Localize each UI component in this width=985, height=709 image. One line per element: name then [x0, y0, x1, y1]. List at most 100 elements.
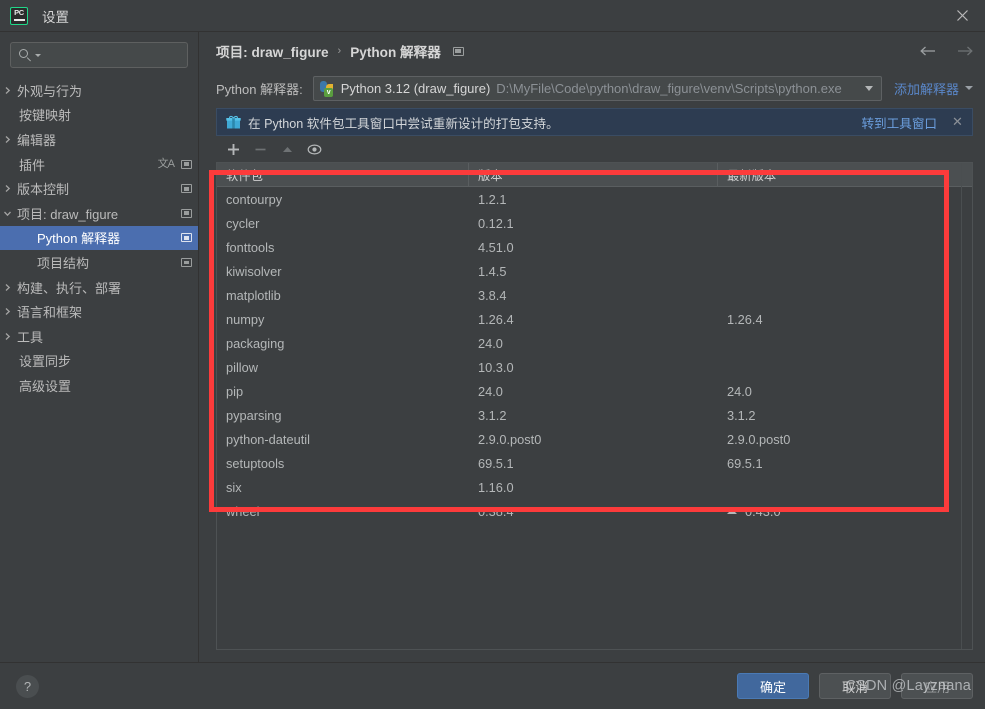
column-header-2[interactable]: 最新版本	[718, 163, 972, 186]
show-early-releases-eye-icon[interactable]	[303, 138, 325, 160]
add-package-button[interactable]	[222, 138, 244, 160]
package-latest-version: 69.5.1	[727, 455, 763, 471]
chevron-right-icon[interactable]	[0, 283, 15, 292]
settings-tree: 外观与行为按键映射 编辑器插件 文A 版本控制 项目: draw_figure Pytho…	[0, 78, 198, 662]
gift-icon	[226, 115, 241, 129]
arrow-right-icon[interactable]	[955, 42, 973, 60]
sidebar-item-3[interactable]: 插件 文A	[0, 152, 198, 177]
arrow-left-icon[interactable]	[919, 42, 937, 60]
package-version: 1.2.1	[478, 191, 507, 207]
package-name: wheel	[226, 503, 260, 519]
close-icon[interactable]	[939, 0, 985, 31]
table-row[interactable]: numpy 1.26.4 1.26.4	[217, 307, 972, 331]
table-row[interactable]: contourpy 1.2.1	[217, 187, 972, 211]
table-row[interactable]: fonttools 4.51.0	[217, 235, 972, 259]
sidebar-item-8[interactable]: 构建、执行、部署	[0, 275, 198, 300]
chevron-right-icon[interactable]	[0, 135, 15, 144]
pycharm-logo-bar	[13, 19, 25, 21]
package-latest-version: 24.0	[727, 383, 752, 399]
navigation-buttons	[919, 32, 973, 70]
column-header-0[interactable]: 软件包	[217, 163, 469, 186]
table-row[interactable]: python-dateutil 2.9.0.post0 2.9.0.post0	[217, 427, 972, 451]
sidebar-item-label: 设置同步	[19, 354, 72, 370]
search-input[interactable]	[41, 47, 209, 63]
settings-scope-icon	[181, 257, 192, 267]
package-version: 10.3.0	[478, 359, 514, 375]
packages-toolbar	[216, 136, 973, 162]
ok-button[interactable]: 确定	[737, 673, 809, 699]
package-name: pip	[226, 383, 244, 399]
column-header-1[interactable]: 版本	[469, 163, 718, 186]
table-row[interactable]: six 1.16.0	[217, 475, 972, 499]
package-version: 1.26.4	[478, 311, 514, 327]
settings-scope-icon	[181, 208, 192, 218]
sidebar-item-11[interactable]: 设置同步	[0, 349, 198, 374]
python-venv-icon: v	[320, 80, 335, 97]
sidebar-item-10[interactable]: 工具	[0, 324, 198, 349]
dialog-body: 外观与行为 按键映射 编辑器 插件 文A 版本控制 项目: draw_figure Pytho…	[0, 32, 985, 662]
translate-icon: 文A	[157, 157, 175, 170]
sidebar-item-label: 高级设置	[19, 378, 72, 394]
sidebar-item-7[interactable]: 项目结构	[0, 250, 198, 275]
table-row[interactable]: cycler 0.12.1	[217, 211, 972, 235]
chevron-right-icon[interactable]	[0, 307, 15, 316]
table-row[interactable]: pyparsing 3.1.2 3.1.2	[217, 403, 972, 427]
table-row[interactable]: wheel 0.38.4 0.43.0	[217, 499, 972, 523]
search-box[interactable]	[10, 42, 209, 68]
footer-buttons: 确定 取消 应用	[737, 663, 973, 709]
search-container	[0, 42, 209, 78]
packages-table-scrollbar[interactable]	[961, 163, 972, 649]
package-latest-version: 0.43.0	[718, 504, 972, 519]
sidebar-item-label: 构建、执行、部署	[17, 280, 122, 296]
chevron-right-icon[interactable]	[0, 184, 15, 193]
chevron-down-icon[interactable]	[859, 85, 879, 91]
promo-close-icon[interactable]: ✕	[951, 114, 964, 130]
package-name: matplotlib	[226, 287, 281, 303]
add-interpreter-label: 添加解释器	[893, 81, 959, 97]
package-version: 24.0	[478, 335, 503, 351]
sidebar-item-label: 插件	[19, 157, 46, 173]
table-row[interactable]: matplotlib 3.8.4	[217, 283, 972, 307]
help-button[interactable]: ?	[16, 674, 39, 698]
sidebar-item-9[interactable]: 语言和框架	[0, 299, 198, 324]
chevron-down-icon[interactable]	[0, 209, 15, 218]
table-row[interactable]: kiwisolver 1.4.5	[217, 259, 972, 283]
table-row[interactable]: setuptools 69.5.1 69.5.1	[217, 451, 972, 475]
package-version: 2.9.0.post0	[478, 431, 542, 447]
table-row[interactable]: packaging 24.0	[217, 331, 972, 355]
package-version: 0.38.4	[478, 503, 514, 519]
sidebar-item-badges	[181, 257, 192, 267]
breadcrumb-project[interactable]: 项目: draw_figure	[216, 41, 329, 61]
sidebar-item-6[interactable]: Python 解释器	[0, 225, 198, 251]
search-icon	[19, 48, 32, 62]
interpreter-path: D:\MyFile\Code\python\draw_figure\venv\S…	[496, 80, 842, 96]
apply-button[interactable]: 应用	[901, 673, 973, 699]
table-row[interactable]: pillow 10.3.0	[217, 355, 972, 379]
package-latest-version: 1.26.4	[727, 311, 763, 327]
sidebar-item-label: Python 解释器	[37, 231, 121, 247]
pycharm-logo-text: PC	[14, 7, 24, 17]
settings-scope-icon	[181, 184, 192, 194]
sidebar-item-5[interactable]: 项目: draw_figure	[0, 201, 198, 226]
sidebar-item-2[interactable]: 编辑器	[0, 127, 198, 152]
interpreter-select[interactable]: v Python 3.12 (draw_figure) D:\MyFile\Co…	[312, 75, 882, 101]
sidebar-item-label: 语言和框架	[17, 305, 83, 321]
interpreter-name: Python 3.12 (draw_figure)	[340, 80, 491, 96]
packages-table: 软件包 版本 最新版本 contourpy 1.2.1 cycler 0.12.1 font…	[216, 162, 973, 650]
package-name: six	[226, 479, 242, 495]
sidebar-item-0[interactable]: 外观与行为	[0, 78, 198, 103]
cancel-button[interactable]: 取消	[819, 673, 891, 699]
add-interpreter-button[interactable]: 添加解释器	[894, 79, 973, 98]
remove-package-button[interactable]	[249, 138, 271, 160]
sidebar-item-label: 外观与行为	[17, 83, 83, 99]
sidebar-item-12[interactable]: 高级设置	[0, 373, 198, 398]
upgrade-package-button[interactable]	[276, 138, 298, 160]
sidebar-item-1[interactable]: 按键映射	[0, 103, 198, 128]
sidebar-item-4[interactable]: 版本控制	[0, 176, 198, 201]
promo-text: 在 Python 软件包工具窗口中尝试重新设计的打包支持。	[248, 116, 559, 131]
package-version: 3.8.4	[478, 287, 507, 303]
promo-link[interactable]: 转到工具窗口	[861, 113, 937, 132]
chevron-right-icon[interactable]	[0, 86, 15, 95]
table-row[interactable]: pip 24.0 24.0	[217, 379, 972, 403]
chevron-right-icon[interactable]	[0, 332, 15, 341]
